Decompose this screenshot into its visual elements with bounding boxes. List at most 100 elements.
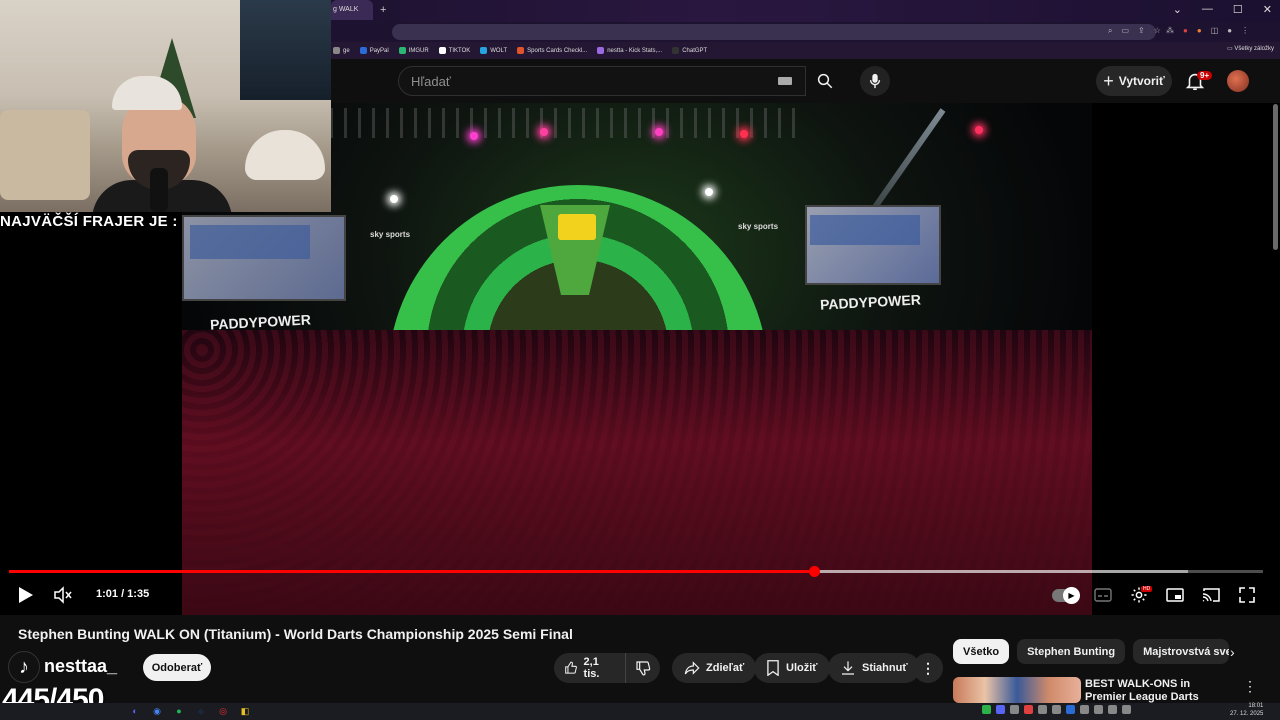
bookmark-favicon-icon: [517, 47, 525, 54]
bookmark-icon: [767, 660, 779, 676]
bookmark-item[interactable]: PayPal: [359, 47, 389, 54]
bookmark-item[interactable]: WOLT: [480, 47, 507, 54]
bookmark-star-icon[interactable]: ☆: [1154, 26, 1161, 36]
chip-world-championship[interactable]: Majstrovstvá sveta: [1133, 639, 1230, 664]
cast-icon: [1202, 588, 1220, 602]
stage-light: [975, 126, 983, 134]
tab-search-button[interactable]: ⌄: [1173, 3, 1182, 16]
taskbar-app-icon[interactable]: ◆: [194, 704, 208, 718]
profile-icon[interactable]: ●: [1227, 26, 1232, 35]
cast-button[interactable]: [1200, 584, 1222, 606]
webcam-sofa: [0, 110, 90, 200]
play-button[interactable]: [14, 584, 36, 606]
thumbs-down-icon: [636, 661, 651, 676]
taskbar-app-icon[interactable]: ◧: [238, 704, 252, 718]
cast-page-icon[interactable]: ▭: [1121, 26, 1129, 36]
tray-icon[interactable]: [1094, 705, 1103, 714]
chevron-right-icon[interactable]: ›: [1230, 644, 1235, 660]
zoom-icon[interactable]: ⌕: [1108, 26, 1112, 36]
clock-date: 27. 12. 2025: [1230, 711, 1264, 717]
share-label: Zdieľať: [706, 662, 745, 674]
bookmark-label: ge: [343, 47, 350, 54]
search-input[interactable]: Hľadať: [398, 66, 806, 96]
browser-menu-icon[interactable]: ⋮: [1241, 26, 1249, 35]
tray-icon[interactable]: [1010, 705, 1019, 714]
close-window-button[interactable]: ✕: [1263, 3, 1272, 16]
bookmark-item[interactable]: nestta - Kick Stats,...: [597, 47, 662, 54]
browser-tab-strip: [331, 0, 1280, 22]
taskbar-apps: ◐ ◉ ● ◆ ◎ ◧: [128, 704, 252, 718]
save-button[interactable]: Uložiť: [754, 653, 830, 683]
bookmark-favicon-icon: [480, 47, 488, 54]
search-placeholder: Hľadať: [411, 74, 451, 89]
center-logo: [558, 214, 596, 240]
bookmark-item[interactable]: TIKTOK: [438, 47, 470, 54]
tiktok-handle: nesttaa_: [44, 656, 118, 676]
save-label: Uložiť: [786, 662, 818, 674]
volume-icon[interactable]: [1122, 705, 1131, 714]
share-page-icon[interactable]: ⇪: [1138, 26, 1145, 36]
address-bar[interactable]: [392, 24, 1156, 40]
system-tray: [982, 705, 1131, 714]
keyboard-icon[interactable]: [778, 77, 792, 85]
bookmark-item[interactable]: IMGUR: [398, 47, 429, 54]
tray-icon[interactable]: [1024, 705, 1033, 714]
browser-tab[interactable]: g WALK: [331, 0, 373, 20]
taskbar-app-icon[interactable]: ◎: [216, 704, 230, 718]
miniplayer-icon: [1166, 588, 1184, 602]
minimize-button[interactable]: —: [1202, 3, 1213, 16]
tray-icon[interactable]: [1038, 705, 1047, 714]
bookmark-item[interactable]: ge: [333, 47, 350, 54]
autoplay-toggle[interactable]: ▶: [1052, 586, 1080, 604]
subtitles-button[interactable]: [1092, 584, 1114, 606]
player-controls-right: ▶: [1052, 584, 1258, 606]
unsubscribe-button[interactable]: Odoberať: [143, 654, 211, 681]
tray-icon[interactable]: [1052, 705, 1061, 714]
tray-icon[interactable]: [996, 705, 1005, 714]
webcam-pouf: [245, 130, 325, 180]
account-avatar[interactable]: [1227, 70, 1249, 92]
taskbar-app-icon[interactable]: ●: [172, 704, 186, 718]
webcam-overlay: [0, 0, 331, 212]
like-button[interactable]: 2,1 tis.: [554, 653, 626, 683]
scrollbar[interactable]: [1273, 104, 1278, 250]
extension-icon[interactable]: ●: [1183, 26, 1188, 35]
chip-all[interactable]: Všetko: [953, 639, 1010, 664]
search-button[interactable]: [806, 66, 844, 96]
download-icon: [842, 661, 854, 675]
bookmark-item[interactable]: Sports Cards Checkl...: [517, 47, 587, 54]
download-button[interactable]: Stiahnuť: [828, 653, 920, 683]
miniplayer-button[interactable]: [1164, 584, 1186, 606]
fullscreen-button[interactable]: [1236, 584, 1258, 606]
bookmark-favicon-icon: [398, 47, 406, 54]
tray-icon[interactable]: [982, 705, 991, 714]
bookmark-label: nestta - Kick Stats,...: [607, 47, 663, 54]
clock[interactable]: 18:01 27. 12. 2025: [1230, 702, 1263, 718]
recommendation-menu-icon[interactable]: ⋮: [1243, 678, 1257, 695]
dislike-button[interactable]: [626, 653, 661, 683]
more-actions-button[interactable]: ⋮: [913, 653, 943, 683]
share-button[interactable]: Zdieľať: [672, 653, 757, 683]
all-bookmarks-button[interactable]: ▭ Všetky záložky: [1227, 45, 1274, 52]
maximize-button[interactable]: ☐: [1233, 3, 1243, 16]
extensions-puzzle-icon[interactable]: ◫: [1211, 26, 1219, 35]
create-button[interactable]: + Vytvoriť: [1096, 66, 1172, 96]
chip-stephen-bunting[interactable]: Stephen Bunting: [1017, 639, 1126, 664]
recommendation-title[interactable]: BEST WALK-ONS in Premier League Darts hi…: [1085, 678, 1220, 704]
progress-played: [9, 570, 815, 573]
extension-icon[interactable]: ●: [1197, 26, 1202, 35]
extension-icon[interactable]: ⁂: [1166, 26, 1174, 35]
new-tab-button[interactable]: +: [380, 4, 386, 16]
taskbar-app-icon[interactable]: ◉: [150, 704, 164, 718]
stage-light: [390, 195, 398, 203]
bookmark-item[interactable]: ChatGPT: [672, 47, 707, 54]
bookmark-favicon-icon: [359, 47, 367, 54]
recommendation-thumbnail[interactable]: [953, 677, 1081, 703]
taskbar-app-icon[interactable]: ◐: [128, 704, 142, 718]
bookmark-label: IMGUR: [408, 47, 429, 54]
wifi-icon[interactable]: [1108, 705, 1117, 714]
tray-icon[interactable]: [1080, 705, 1089, 714]
voice-search-button[interactable]: [860, 66, 890, 96]
mute-button[interactable]: [52, 584, 74, 606]
tray-icon[interactable]: [1066, 705, 1075, 714]
